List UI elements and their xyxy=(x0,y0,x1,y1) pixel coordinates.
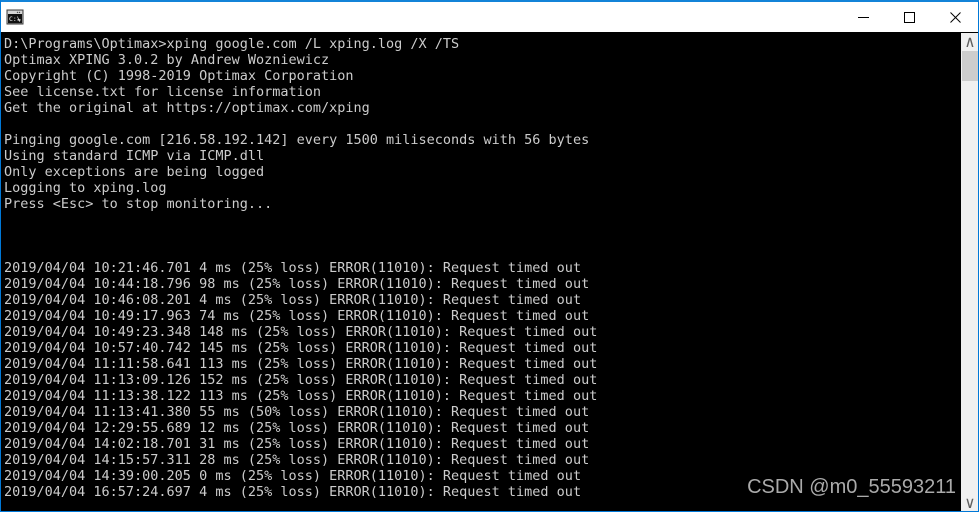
console-line: 2019/04/04 10:57:40.742 145 ms (25% loss… xyxy=(4,340,598,356)
scroll-down-arrow-icon[interactable]: ∨ xyxy=(962,493,978,511)
console-line: See license.txt for license information xyxy=(4,84,321,100)
console-line: 2019/04/04 10:46:08.201 4 ms (25% loss) … xyxy=(4,292,582,308)
console-line: Press <Esc> to stop monitoring... xyxy=(4,196,273,212)
console-line: D:\Programs\Optimax>xping google.com /L … xyxy=(4,36,460,52)
console-line: 2019/04/04 16:57:24.697 4 ms (25% loss) … xyxy=(4,484,582,500)
close-button[interactable] xyxy=(932,2,978,32)
console-line: 2019/04/04 14:15:57.311 28 ms (25% loss)… xyxy=(4,452,590,468)
minimize-button[interactable] xyxy=(840,2,886,32)
console-line: 2019/04/04 12:29:55.689 12 ms (25% loss)… xyxy=(4,420,590,436)
maximize-icon xyxy=(903,11,915,23)
console-line: 2019/04/04 10:49:23.348 148 ms (25% loss… xyxy=(4,324,598,340)
scrollbar-track[interactable] xyxy=(962,50,978,494)
console-line: Logging to xping.log xyxy=(4,180,167,196)
titlebar[interactable]: C:\ xyxy=(1,2,978,32)
console-window: C:\ D:\Programs\Optimax>xping google.com… xyxy=(0,0,979,512)
console-line: Copyright (C) 1998-2019 Optimax Corporat… xyxy=(4,68,354,84)
console-line: 2019/04/04 11:13:09.126 152 ms (25% loss… xyxy=(4,372,598,388)
console-output[interactable]: D:\Programs\Optimax>xping google.com /L … xyxy=(1,33,961,511)
vertical-scrollbar[interactable]: ∧ ∨ xyxy=(961,32,978,511)
maximize-button[interactable] xyxy=(886,2,932,32)
console-line: Get the original at https://optimax.com/… xyxy=(4,100,370,116)
scrollbar-thumb[interactable] xyxy=(962,51,978,81)
console-line: Pinging google.com [216.58.192.142] ever… xyxy=(4,132,590,148)
window-controls xyxy=(840,2,978,32)
scroll-up-arrow-icon[interactable]: ∧ xyxy=(962,32,978,51)
svg-text:C:\: C:\ xyxy=(9,15,21,23)
console-line: 2019/04/04 10:44:18.796 98 ms (25% loss)… xyxy=(4,276,590,292)
console-line: 2019/04/04 11:13:38.122 113 ms (25% loss… xyxy=(4,388,598,404)
cmd-console-icon: C:\ xyxy=(6,8,24,26)
minimize-icon xyxy=(857,16,869,18)
console-area: D:\Programs\Optimax>xping google.com /L … xyxy=(1,32,978,511)
console-line: 2019/04/04 10:49:17.963 74 ms (25% loss)… xyxy=(4,308,590,324)
console-line: 2019/04/04 11:11:58.641 113 ms (25% loss… xyxy=(4,356,598,372)
console-line: 2019/04/04 14:02:18.701 31 ms (25% loss)… xyxy=(4,436,590,452)
console-line: 2019/04/04 11:13:41.380 55 ms (50% loss)… xyxy=(4,404,590,420)
console-line: Using standard ICMP via ICMP.dll xyxy=(4,148,265,164)
console-line: 2019/04/04 10:21:46.701 4 ms (25% loss) … xyxy=(4,260,582,276)
console-line: Only exceptions are being logged xyxy=(4,164,265,180)
close-icon xyxy=(949,11,961,23)
console-line: 2019/04/04 14:39:00.205 0 ms (25% loss) … xyxy=(4,468,582,484)
console-line: Optimax XPING 3.0.2 by Andrew Wozniewicz xyxy=(4,52,330,68)
